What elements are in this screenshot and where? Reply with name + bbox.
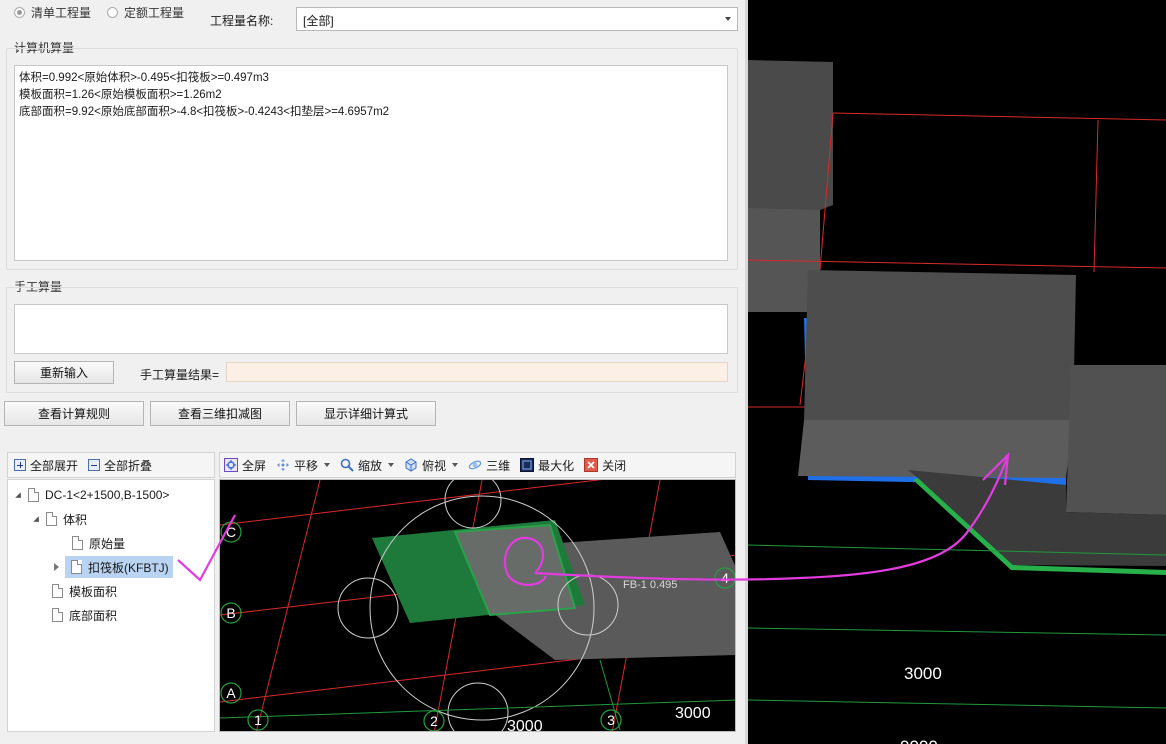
- circle-annotation: [503, 536, 547, 586]
- arrow-head-annotation: [982, 452, 1010, 486]
- annotation-overlay: [177, 452, 1010, 586]
- checkmark-annotation: [177, 514, 236, 582]
- arrow-path-annotation: [534, 454, 1010, 581]
